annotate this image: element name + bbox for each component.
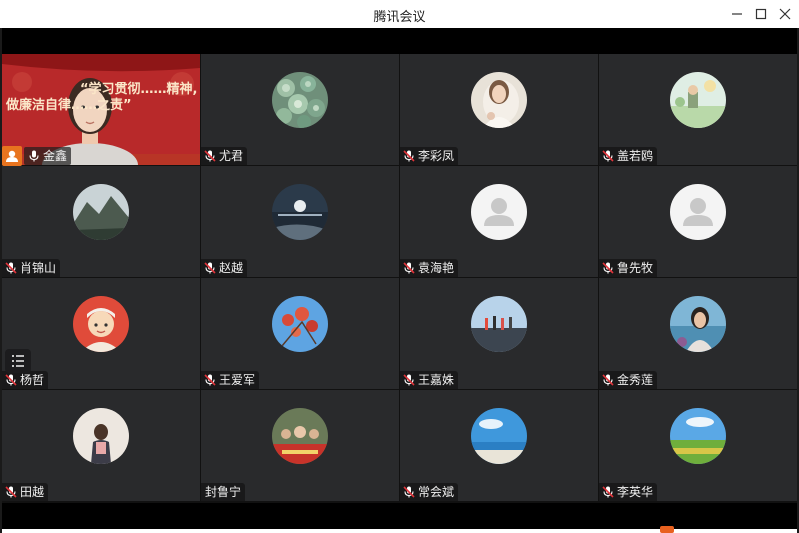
mic-muted-icon [5,486,17,498]
host-nameplate: 金鑫 [2,146,72,166]
participant-grid: “学习贯彻……精神, 做廉洁自律……之责” 尤君 李彩凤 盖若鸥 肖锦山 赵越 … [2,54,797,503]
bottom-logo-icon [660,526,674,533]
participant-nameplate: 李英华 [599,483,658,501]
participant-nameplate: 赵越 [201,259,248,277]
participant-avatar-grassland [670,408,726,464]
mic-muted-icon [602,150,614,162]
default-avatar-icon [670,184,726,240]
participant-avatar-woman-portrait [471,72,527,128]
mic-muted-icon [602,374,614,386]
participant-nameplate: 王爱军 [201,371,260,389]
mic-muted-icon [204,374,216,386]
participant-name: 鲁先牧 [617,261,654,275]
participant-name: 金秀莲 [617,373,654,387]
default-avatar-icon [471,184,527,240]
participant-name: 盖若鸥 [617,149,654,163]
participant-avatar-group-photo [272,408,328,464]
participant-nameplate: 盖若鸥 [599,147,658,165]
mic-muted-icon [403,374,415,386]
participant-name: 李彩凤 [418,149,455,163]
participant-tile[interactable]: 李彩凤 [400,54,598,165]
mic-muted-icon [5,374,17,386]
participant-tile[interactable]: 金秀莲 [599,278,797,389]
bottom-black-band [2,503,797,529]
member-list-button[interactable] [5,349,31,373]
mic-muted-icon [204,150,216,162]
participant-tile[interactable]: 杨哲 [2,278,200,389]
mic-muted-icon [403,486,415,498]
participant-tile[interactable]: 王爱军 [201,278,399,389]
participant-nameplate: 杨哲 [2,371,49,389]
participant-nameplate: 金秀莲 [599,371,658,389]
participant-tile[interactable]: 常会斌 [400,390,598,501]
participant-name: 王嘉姝 [418,373,455,387]
mic-icon [29,150,39,162]
minimize-icon[interactable] [726,4,748,24]
participant-name: 尤君 [219,149,244,163]
mic-muted-icon [602,262,614,274]
participant-avatar-red-flowers [272,296,328,352]
banner-text-line2: 做廉洁自律……之责” [6,98,132,113]
participant-name: 常会斌 [418,485,455,499]
participant-nameplate: 尤君 [201,147,248,165]
participant-tile[interactable]: 肖锦山 [2,166,200,277]
participant-name: 李英华 [617,485,654,499]
participant-name: 封鲁宁 [205,485,242,499]
mic-muted-icon [602,486,614,498]
participant-nameplate: 田越 [2,483,49,501]
participant-tile[interactable]: 袁海艳 [400,166,598,277]
close-icon[interactable] [774,4,796,24]
participant-tile[interactable]: 尤君 [201,54,399,165]
participant-nameplate: 封鲁宁 [201,483,246,501]
maximize-icon[interactable] [750,4,772,24]
mic-muted-icon [403,150,415,162]
window-title: 腾讯会议 [373,10,426,25]
title-bar: 腾讯会议 [0,0,799,28]
participant-name: 肖锦山 [20,261,57,275]
participant-nameplate: 李彩凤 [400,147,459,165]
participant-avatar-succulents [272,72,328,128]
participant-tile[interactable]: 李英华 [599,390,797,501]
participant-avatar-cartoon-landscape [670,72,726,128]
participant-name: 田越 [20,485,45,499]
host-name-box: 金鑫 [24,147,72,165]
mic-muted-icon [204,262,216,274]
participant-tile[interactable]: 田越 [2,390,200,501]
mic-muted-icon [5,262,17,274]
participant-name: 王爱军 [219,373,256,387]
participant-name: 杨哲 [20,373,45,387]
participant-nameplate: 常会斌 [400,483,459,501]
participant-tile[interactable]: 盖若鸥 [599,54,797,165]
participant-avatar-people-beach [471,296,527,352]
participant-avatar-mountain [73,184,129,240]
participant-nameplate: 肖锦山 [2,259,61,277]
participant-tile[interactable]: 鲁先牧 [599,166,797,277]
participant-avatar-child [73,408,129,464]
participant-nameplate: 王嘉姝 [400,371,459,389]
participant-avatar-moonlit-sea [272,184,328,240]
participant-nameplate: 鲁先牧 [599,259,658,277]
participant-tile[interactable]: 赵越 [201,166,399,277]
host-user-icon [2,146,22,166]
participant-nameplate: 袁海艳 [400,259,459,277]
participant-name: 赵越 [219,261,244,275]
participant-avatar-woman-seaside [670,296,726,352]
participant-name: 金鑫 [43,149,68,163]
participant-avatar-cartoon-boy [73,296,129,352]
participant-avatar-blue-sky-sea [471,408,527,464]
participant-name: 袁海艳 [418,261,455,275]
top-black-band [2,28,797,54]
participant-tile[interactable]: 封鲁宁 [201,390,399,501]
participant-tile[interactable]: 王嘉姝 [400,278,598,389]
mic-muted-icon [403,262,415,274]
list-icon [12,355,24,367]
